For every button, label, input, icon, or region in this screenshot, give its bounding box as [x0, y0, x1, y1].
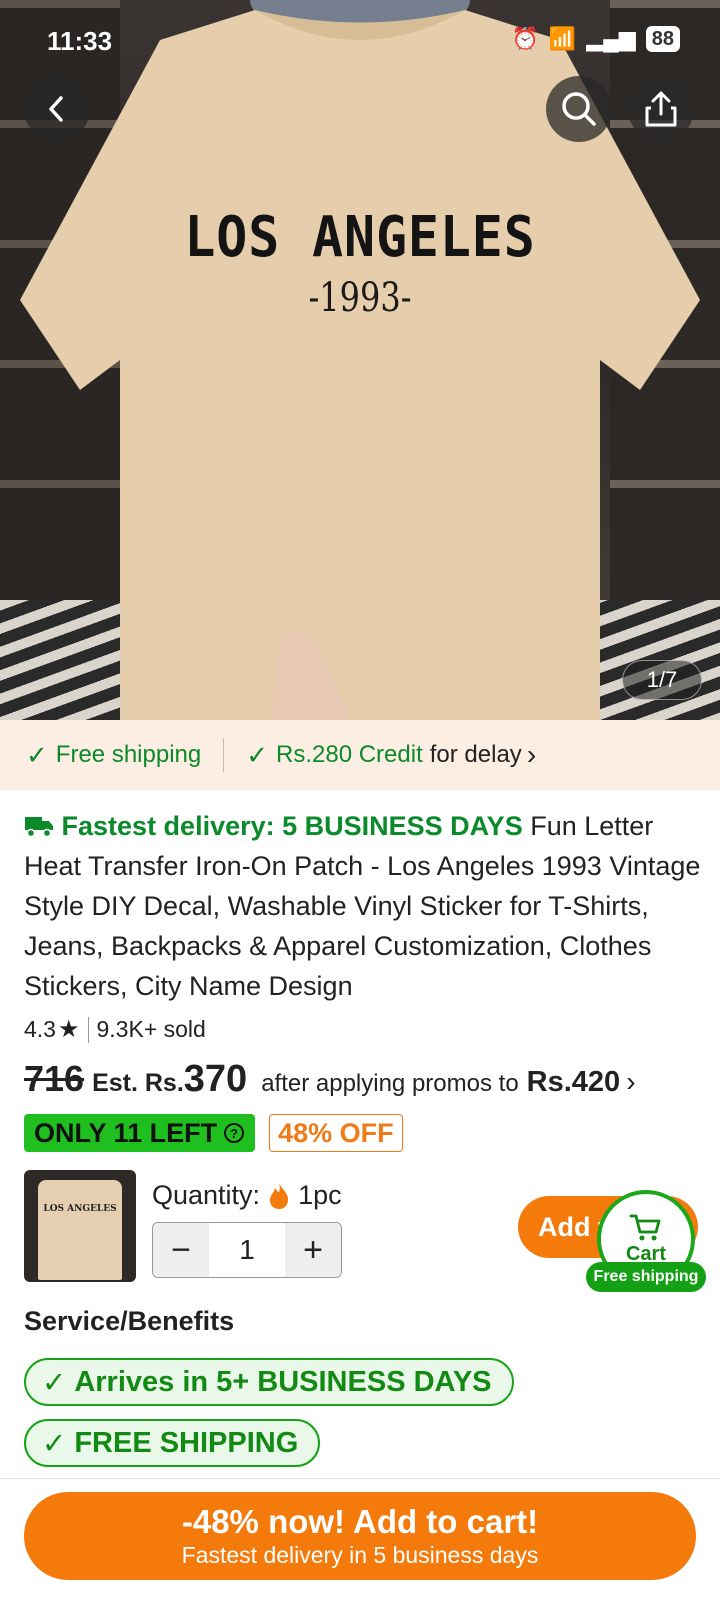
price-row[interactable]: 716 Est. Rs. 370 after applying promos t…: [24, 1058, 636, 1101]
est-price: 370: [183, 1058, 248, 1100]
shirt-print-line1: LOS ANGELES: [184, 205, 536, 270]
cart-free-shipping-badge: Free shipping: [586, 1262, 706, 1292]
decrement-button[interactable]: −: [153, 1223, 209, 1277]
service-text: Arrives in 5+ BUSINESS DAYS: [74, 1365, 492, 1398]
est-label: Est. Rs.: [92, 1069, 184, 1097]
share-button[interactable]: [628, 76, 694, 142]
quantity-unit: 1pc: [298, 1180, 342, 1210]
discount-badge: 48% OFF: [269, 1114, 403, 1152]
check-icon: ✓: [42, 1366, 67, 1399]
badges: ONLY 11 LEFT ? 48% OFF: [24, 1114, 403, 1152]
help-icon[interactable]: ?: [223, 1122, 245, 1144]
original-price: 716: [24, 1058, 85, 1099]
cta-sub: Fastest delivery in 5 business days: [181, 1542, 539, 1568]
status-icons: ⏰ 📶 ▂▄▆ 88: [511, 26, 680, 52]
service-pill-free-shipping: ✓ FREE SHIPPING: [24, 1419, 321, 1467]
chevron-right-icon: ›: [526, 739, 537, 770]
thumbnail-print: LOS ANGELES: [43, 1204, 117, 1214]
free-shipping-label: Free shipping: [55, 741, 202, 768]
check-icon: ✓: [246, 739, 269, 770]
tshirt-graphic: [20, 10, 700, 720]
share-icon: [645, 91, 677, 127]
add-to-cart-cta[interactable]: -48% now! Add to cart! Fastest delivery …: [24, 1492, 696, 1580]
back-button[interactable]: [24, 76, 90, 142]
promo-note: after applying promos to: [261, 1070, 519, 1097]
search-icon: [562, 92, 596, 126]
divider: [0, 1478, 720, 1479]
thumbnail-shirt: [38, 1180, 122, 1280]
wifi-icon: 📶: [548, 26, 577, 51]
status-time: 11:33: [47, 26, 113, 56]
product-title: Fastest delivery: 5 BUSINESS DAYS Fun Le…: [24, 806, 704, 1006]
quantity-value[interactable]: 1: [209, 1223, 285, 1277]
sold-count: 9.3K+ sold: [96, 1016, 206, 1042]
status-bar: 11:33 ⏰ 📶 ▂▄▆ 88: [0, 20, 720, 64]
chevron-right-icon: ›: [626, 1066, 636, 1097]
increment-button[interactable]: +: [285, 1223, 341, 1277]
shipping-banner[interactable]: ✓ Free shipping ✓ Rs.280 Credit for dela…: [0, 720, 720, 790]
rating-value: 4.3: [24, 1016, 56, 1042]
check-icon: ✓: [26, 739, 48, 770]
rating-row[interactable]: 4.3 ★ 9.3K+ sold: [24, 1015, 206, 1044]
credit-amount: Rs.280 Credit: [276, 741, 423, 768]
variant-thumbnail[interactable]: LOS ANGELES: [24, 1170, 136, 1282]
cart-icon: [629, 1214, 661, 1240]
battery-icon: 88: [645, 26, 680, 52]
star-icon: ★: [57, 1016, 80, 1043]
signal-icon: ▂▄▆: [586, 26, 636, 51]
product-image[interactable]: LOS ANGELES -1993- 11:33 ⏰ 📶 ▂▄▆ 88 1/7: [0, 0, 720, 720]
quantity-label-row: Quantity: 1pc: [152, 1180, 342, 1211]
stock-badge: ONLY 11 LEFT ?: [24, 1114, 256, 1152]
quantity-label: Quantity:: [152, 1180, 261, 1210]
service-text: FREE SHIPPING: [74, 1426, 299, 1459]
service-pill-arrives: ✓ Arrives in 5+ BUSINESS DAYS: [24, 1358, 514, 1406]
fast-delivery: Fastest delivery: 5 BUSINESS DAYS: [24, 811, 530, 841]
back-arrow-icon: [49, 96, 63, 122]
services-heading: Service/Benefits: [24, 1306, 235, 1336]
divider: [223, 738, 225, 772]
credit-suffix: for delay: [429, 741, 522, 768]
product-page: LOS ANGELES -1993- 11:33 ⏰ 📶 ▂▄▆ 88 1/7 …: [0, 0, 720, 1604]
alarm-icon: ⏰: [511, 26, 539, 51]
svg-text:?: ?: [230, 1126, 238, 1141]
shirt-print-line2: -1993-: [308, 275, 412, 321]
divider: [87, 1016, 89, 1043]
image-pager: 1/7: [622, 660, 702, 700]
stock-text: ONLY 11 LEFT: [34, 1118, 218, 1148]
check-icon: ✓: [42, 1427, 67, 1460]
flame-icon: [270, 1182, 289, 1209]
quantity-stepper: − 1 +: [152, 1222, 342, 1278]
cta-main: -48% now! Add to cart!: [181, 1503, 539, 1540]
promo-price: Rs.420: [526, 1066, 621, 1098]
search-button[interactable]: [546, 76, 612, 142]
fast-delivery-text: Fastest delivery: 5 BUSINESS DAYS: [61, 811, 523, 841]
delivery-truck-icon: [25, 817, 53, 838]
